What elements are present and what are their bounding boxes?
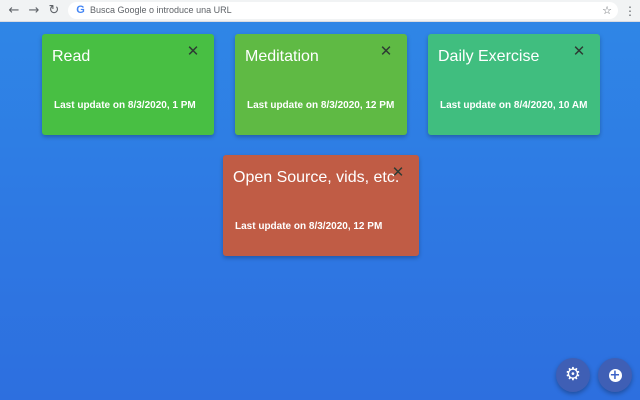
card-title: Read [52,48,91,65]
forward-icon[interactable]: → [26,3,42,19]
card-title: Daily Exercise [438,48,540,65]
habit-card-read[interactable]: Read ✕ Last update on 8/3/2020, 1 PM [42,34,214,135]
reload-icon[interactable]: ↻ [46,3,62,19]
card-last-update: Last update on 8/3/2020, 1 PM [54,100,196,111]
add-card-button[interactable]: + [598,358,632,392]
address-bar[interactable]: G Busca Google o introduce una URL ☆ [68,2,618,19]
address-bar-placeholder: Busca Google o introduce una URL [90,5,232,15]
card-title: Open Source, vids, etc. [233,169,400,186]
plus-circle-icon: + [608,368,622,383]
habit-card-meditation[interactable]: Meditation ✕ Last update on 8/3/2020, 12… [235,34,407,135]
browser-toolbar: ← → ↻ G Busca Google o introduce una URL… [0,0,640,22]
close-icon[interactable]: ✕ [572,44,586,59]
card-last-update: Last update on 8/4/2020, 10 AM [440,100,588,111]
app-canvas: Read ✕ Last update on 8/3/2020, 1 PM Med… [0,22,640,400]
close-icon[interactable]: ✕ [379,44,393,59]
card-last-update: Last update on 8/3/2020, 12 PM [247,100,395,111]
gear-icon: ⚙ [564,364,582,385]
card-title: Meditation [245,48,319,65]
settings-button[interactable]: ⚙ [556,358,590,392]
kebab-menu-icon[interactable]: ⋮ [624,3,636,19]
card-last-update: Last update on 8/3/2020, 12 PM [235,221,383,232]
star-icon[interactable]: ☆ [602,3,612,18]
habit-card-open-source[interactable]: Open Source, vids, etc. ✕ Last update on… [223,155,419,256]
close-icon[interactable]: ✕ [186,44,200,59]
back-icon[interactable]: ← [6,3,22,19]
close-icon[interactable]: ✕ [391,165,405,180]
habit-card-daily-exercise[interactable]: Daily Exercise ✕ Last update on 8/4/2020… [428,34,600,135]
google-logo-icon: G [76,4,85,16]
